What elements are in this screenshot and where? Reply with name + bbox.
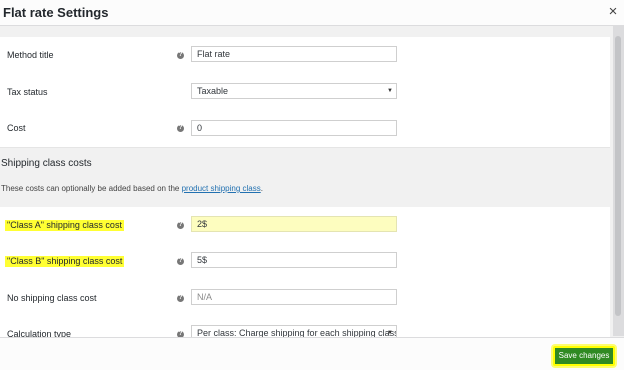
no-class-label: No shipping class cost xyxy=(7,293,97,303)
help-icon: ? xyxy=(177,52,184,59)
method-title-label: Method title xyxy=(7,50,54,60)
method-title-row: Method title ? Flat rate xyxy=(0,37,610,73)
class-a-label: "Class A" shipping class cost xyxy=(5,220,124,231)
help-icon: ? xyxy=(177,222,184,229)
tax-status-row: Tax status Taxable ▼ xyxy=(0,73,610,109)
modal-footer xyxy=(0,337,624,370)
cost-input[interactable]: 0 xyxy=(191,120,397,136)
product-shipping-class-link[interactable]: product shipping class xyxy=(182,184,261,193)
tax-status-value: Taxable xyxy=(197,86,229,96)
help-icon: ? xyxy=(177,295,184,302)
class-costs-table: "Class A" shipping class cost ? 2$ "Clas… xyxy=(0,207,610,341)
scrollbar[interactable] xyxy=(613,26,624,336)
scrollbar-thumb[interactable] xyxy=(615,36,621,316)
class-b-cost-input[interactable]: 5$ xyxy=(191,252,397,268)
description-suffix: . xyxy=(260,184,263,193)
help-icon: ? xyxy=(177,258,184,265)
chevron-down-icon: ▼ xyxy=(387,88,393,94)
method-title-input[interactable]: Flat rate xyxy=(191,46,397,62)
class-a-row: "Class A" shipping class cost ? 2$ xyxy=(0,207,610,243)
modal-header: Flat rate Settings xyxy=(0,0,624,26)
section-heading: Shipping class costs xyxy=(1,158,92,169)
help-icon: ? xyxy=(177,125,184,132)
modal-title: Flat rate Settings xyxy=(3,5,109,20)
cost-label: Cost xyxy=(7,123,26,133)
general-settings-table: Method title ? Flat rate Tax status Taxa… xyxy=(0,37,610,148)
save-changes-button[interactable]: Save changes xyxy=(553,346,615,366)
no-class-row: No shipping class cost ? N/A xyxy=(0,279,610,315)
close-icon[interactable]: × xyxy=(605,4,621,20)
class-a-cost-input[interactable]: 2$ xyxy=(191,216,397,232)
section-description: These costs can optionally be added base… xyxy=(1,184,263,193)
no-class-cost-input[interactable]: N/A xyxy=(191,289,397,305)
cost-row: Cost ? 0 xyxy=(0,109,610,145)
class-b-row: "Class B" shipping class cost ? 5$ xyxy=(0,243,610,279)
tax-status-select[interactable]: Taxable ▼ xyxy=(191,83,397,99)
class-b-label: "Class B" shipping class cost xyxy=(5,256,125,267)
description-text: These costs can optionally be added base… xyxy=(1,184,182,193)
tax-status-label: Tax status xyxy=(7,87,48,97)
